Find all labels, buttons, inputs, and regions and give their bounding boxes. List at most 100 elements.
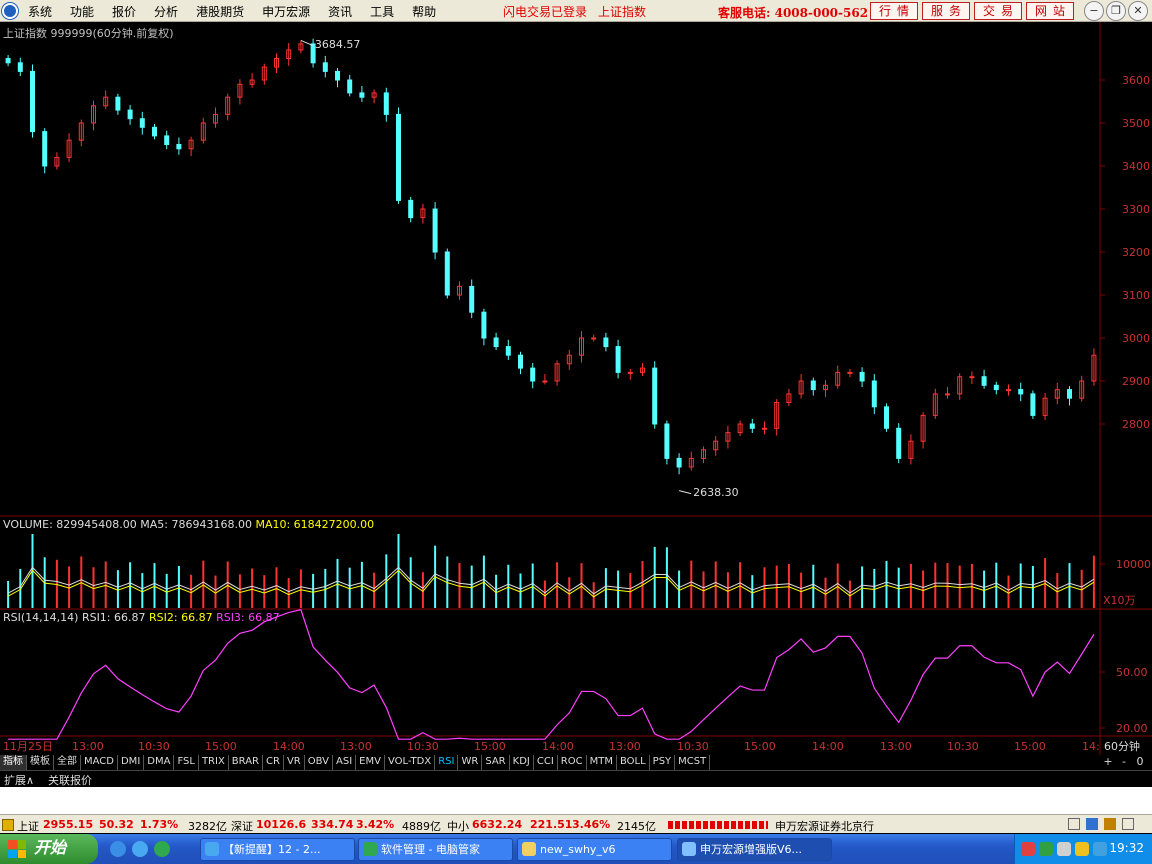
tab-fsl[interactable]: FSL xyxy=(174,755,199,770)
candle-body xyxy=(762,427,767,430)
reset-button[interactable]: 0 xyxy=(1132,755,1148,768)
tab-dmi[interactable]: DMI xyxy=(118,755,145,770)
sh-change: 50.32 xyxy=(99,818,134,831)
candle-body xyxy=(664,423,670,459)
candle-body xyxy=(652,367,658,425)
tab--[interactable]: 指标 xyxy=(0,755,27,770)
expand-toggle[interactable]: 扩展∧ xyxy=(4,772,34,788)
menu-item-function[interactable]: 功能 xyxy=(70,3,94,20)
tab-wr[interactable]: WR xyxy=(458,755,483,770)
y-tick-label: 3600 xyxy=(1122,74,1150,87)
menu-item-news[interactable]: 资讯 xyxy=(328,3,352,20)
app-logo-icon[interactable] xyxy=(2,3,18,19)
tab-vol-tdx[interactable]: VOL-TDX xyxy=(385,755,436,770)
y-tick-label: 3100 xyxy=(1122,289,1150,302)
tab-macd[interactable]: MACD xyxy=(81,755,118,770)
swhy-app-icon xyxy=(682,842,696,856)
panel-icon[interactable] xyxy=(1068,818,1080,830)
chart-area[interactable]: 3600 3500 3400 3300 3200 3100 3000 2900 2800 3684… xyxy=(0,22,1152,755)
candle-body xyxy=(469,285,475,313)
tab-rsi[interactable]: RSI xyxy=(435,755,459,770)
volume-ma10: MA10: 618427200.00 xyxy=(255,518,375,531)
service-button[interactable]: 服务 xyxy=(922,2,970,20)
start-button[interactable]: 开始 xyxy=(0,834,98,864)
menu-item-help[interactable]: 帮助 xyxy=(412,3,436,20)
volume-unit: X10万 xyxy=(1103,594,1136,607)
tab-dma[interactable]: DMA xyxy=(144,755,175,770)
task-folder[interactable]: new_swhy_v6 xyxy=(517,838,672,861)
tab-psy[interactable]: PSY xyxy=(650,755,676,770)
candle-body xyxy=(603,337,609,348)
menu-item-swhy[interactable]: 申万宏源 xyxy=(262,3,310,20)
candle-body xyxy=(432,208,438,253)
related-quotes-tab[interactable]: 关联报价 xyxy=(48,772,92,788)
tab-mtm[interactable]: MTM xyxy=(587,755,617,770)
tab--[interactable]: 模板 xyxy=(27,755,54,770)
menu-item-tools[interactable]: 工具 xyxy=(370,3,394,20)
task-swhy-app[interactable]: 申万宏源增强版V6... xyxy=(677,838,832,861)
candle-body xyxy=(164,135,170,146)
menu-item-system[interactable]: 系统 xyxy=(28,3,52,20)
zoom-out-button[interactable]: - xyxy=(1116,755,1132,768)
chart-canvas[interactable]: 3600 3500 3400 3300 3200 3100 3000 2900 2800 3684… xyxy=(0,22,1152,755)
zx-amount: 2145亿 xyxy=(617,820,656,833)
chart-icon[interactable] xyxy=(1086,818,1098,830)
market-button[interactable]: 行情 xyxy=(870,2,918,20)
ticker-icon[interactable] xyxy=(2,819,14,831)
trade-button[interactable]: 交易 xyxy=(974,2,1022,20)
restore-icon[interactable]: ❐ xyxy=(1106,1,1126,21)
time-label: 13:00 xyxy=(72,740,104,753)
shanghai-index-link[interactable]: 上证指数 xyxy=(598,3,646,20)
tab-cci[interactable]: CCI xyxy=(534,755,558,770)
candle-body xyxy=(591,337,597,340)
tray-volume-icon[interactable] xyxy=(1093,842,1107,856)
flash-trade-status[interactable]: 闪电交易已登录 xyxy=(503,3,587,20)
menu-item-hk-futures[interactable]: 港股期货 xyxy=(196,3,244,20)
tray-security-icon[interactable] xyxy=(1039,842,1053,856)
tab-brar[interactable]: BRAR xyxy=(229,755,263,770)
zoom-in-button[interactable]: + xyxy=(1100,755,1116,768)
task-label: new_swhy_v6 xyxy=(540,843,616,856)
high-label: 3684.57 xyxy=(315,38,361,51)
tab-roc[interactable]: ROC xyxy=(558,755,587,770)
tray-shield-icon[interactable] xyxy=(1075,842,1089,856)
candle-body xyxy=(127,109,133,120)
menu-item-analysis[interactable]: 分析 xyxy=(154,3,178,20)
time-label: 11月25日 xyxy=(3,740,53,753)
browser-icon[interactable] xyxy=(132,841,148,857)
minimize-icon[interactable]: − xyxy=(1084,1,1104,21)
task-reminder[interactable]: 【新提醒】12 - 2... xyxy=(200,838,355,861)
tab-mcst[interactable]: MCST xyxy=(675,755,711,770)
tab-cr[interactable]: CR xyxy=(263,755,284,770)
tray-network-icon[interactable] xyxy=(1057,842,1071,856)
time-label: 13:00 xyxy=(609,740,641,753)
ie-icon[interactable] xyxy=(110,841,126,857)
tab-vr[interactable]: VR xyxy=(284,755,305,770)
tab-asi[interactable]: ASI xyxy=(333,755,357,770)
sz-change: 334.74 xyxy=(311,818,354,831)
candle-body xyxy=(1030,393,1036,416)
sh-label: 上证 xyxy=(17,820,39,833)
task-label: 申万宏源增强版V6... xyxy=(700,843,803,856)
candle-body xyxy=(493,337,499,348)
menu-item-quotes[interactable]: 报价 xyxy=(112,3,136,20)
tab-sar[interactable]: SAR xyxy=(482,755,510,770)
sh-pct: 1.73% xyxy=(140,818,179,831)
guardian-icon[interactable] xyxy=(154,841,170,857)
tray-alert-icon[interactable] xyxy=(1021,842,1035,856)
website-button[interactable]: 网站 xyxy=(1026,2,1074,20)
lock-icon[interactable] xyxy=(1122,818,1134,830)
tab-kdj[interactable]: KDJ xyxy=(510,755,534,770)
tab-trix[interactable]: TRIX xyxy=(199,755,229,770)
tab-emv[interactable]: EMV xyxy=(356,755,385,770)
close-icon[interactable]: ✕ xyxy=(1128,1,1148,21)
signal-icon[interactable] xyxy=(1104,818,1116,830)
task-pc-manager[interactable]: 软件管理 - 电脑管家 xyxy=(358,838,513,861)
time-label: 10:30 xyxy=(138,740,170,753)
extension-row: 扩展∧ 关联报价 xyxy=(0,770,1152,788)
tab--[interactable]: 全部 xyxy=(54,755,81,770)
system-tray: 19:32 xyxy=(1014,834,1152,864)
tab-obv[interactable]: OBV xyxy=(305,755,333,770)
time-label: 13:00 xyxy=(340,740,372,753)
tab-boll[interactable]: BOLL xyxy=(617,755,650,770)
